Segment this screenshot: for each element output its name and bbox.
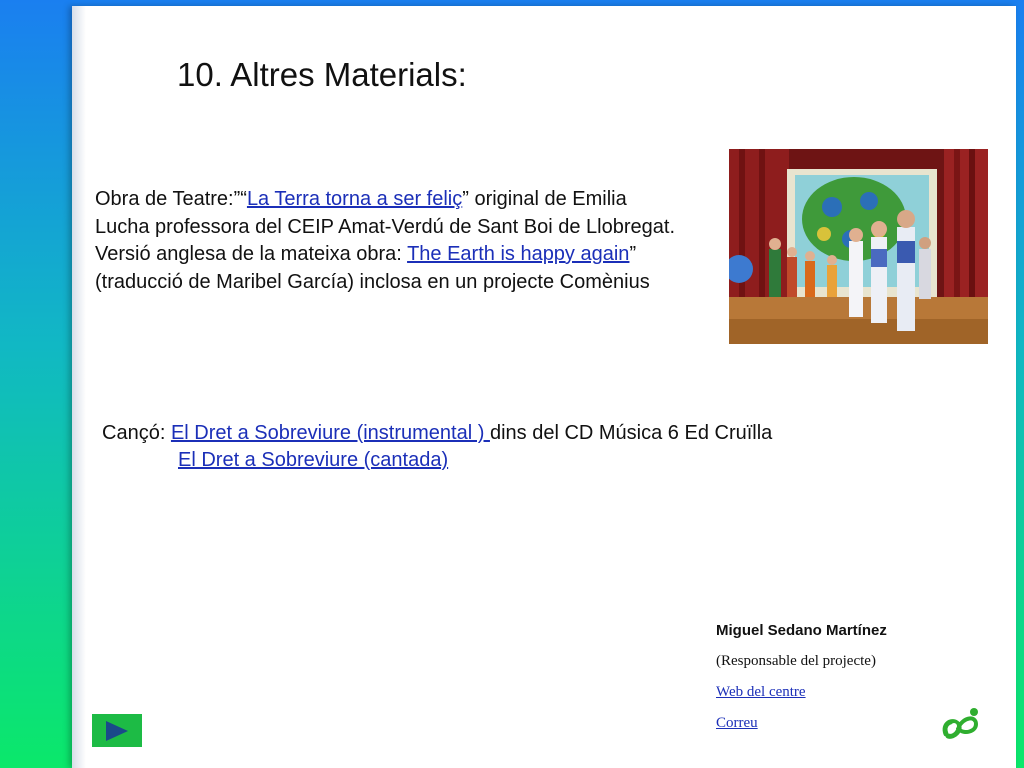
play-prefix: Obra de Teatre:”“ [95, 188, 247, 210]
song-text: dins del CD Música 6 Ed Cruïlla [489, 422, 773, 444]
email-link[interactable]: Correu [716, 715, 758, 731]
author-role: (Responsable del projecte) [716, 653, 876, 669]
song-line-2: El Dret a Sobreviure (cantada) [102, 447, 902, 474]
song-paragraph: Cançó: El Dret a Sobreviure (instrumenta… [102, 420, 902, 474]
song-line-1: Cançó: El Dret a Sobreviure (instrumenta… [102, 420, 902, 447]
song-link-instrumental[interactable]: El Dret a Sobreviure (instrumental ) [171, 422, 490, 444]
play-paragraph: Obra de Teatre:”“La Terra torna a ser fe… [95, 186, 675, 296]
slide-title: 10. Altres Materials: [177, 56, 467, 93]
footer-credits: Miguel Sedano Martínez (Responsable del … [716, 622, 956, 746]
song-label: Cançó: [102, 422, 171, 444]
school-web-link[interactable]: Web del centre [716, 684, 806, 700]
play-link-english[interactable]: The Earth is happy again [407, 243, 629, 265]
song-link-sung[interactable]: El Dret a Sobreviure (cantada) [178, 449, 448, 471]
next-arrow-icon [106, 720, 128, 741]
play-link-catalan[interactable]: La Terra torna a ser feliç [247, 188, 462, 210]
author-name: Miguel Sedano Martínez [716, 622, 887, 639]
slide: 10. Altres Materials: Obra de Teatre:”“L… [72, 6, 1016, 768]
next-slide-button[interactable] [92, 714, 142, 747]
school-logo-icon [938, 704, 982, 748]
theatre-photo [729, 149, 988, 344]
